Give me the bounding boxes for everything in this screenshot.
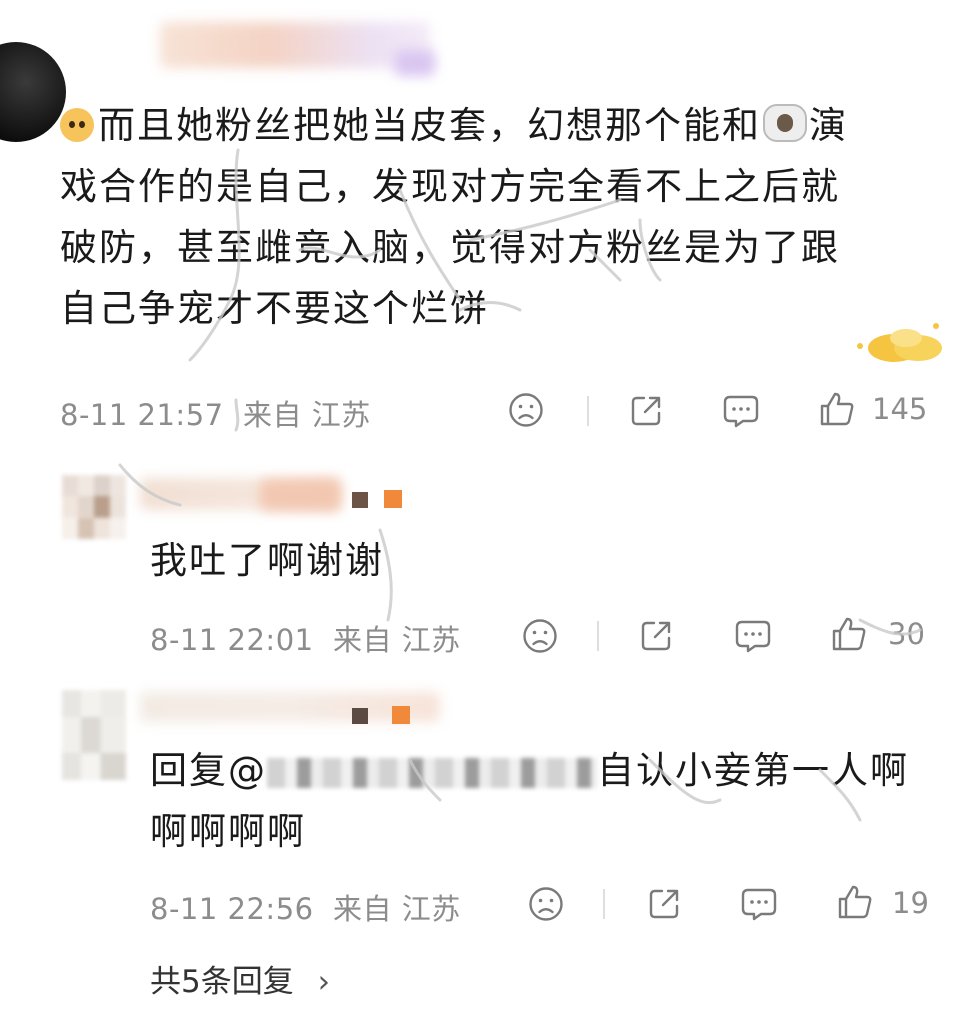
sheep-emoji-icon bbox=[763, 104, 807, 142]
divider bbox=[597, 621, 599, 651]
reply-body: 我吐了啊谢谢 bbox=[150, 539, 384, 582]
username-blurred[interactable] bbox=[260, 480, 340, 510]
thumbs-up-icon[interactable] bbox=[830, 615, 868, 653]
timestamp: 8-11 21:57 bbox=[60, 398, 224, 432]
chevron-right-icon: › bbox=[317, 964, 330, 1000]
avatar[interactable] bbox=[0, 42, 66, 142]
sad-face-icon[interactable] bbox=[522, 618, 558, 654]
location: 来自 江苏 bbox=[333, 892, 461, 926]
like-count: 30 bbox=[888, 617, 925, 651]
avatar[interactable] bbox=[62, 475, 126, 539]
reply-line: 回复@ 自认小妾第一人啊 bbox=[150, 749, 909, 792]
location: 来自 江苏 bbox=[243, 398, 371, 432]
username-blurred[interactable] bbox=[160, 22, 430, 68]
more-replies-link[interactable]: 共5条回复 › bbox=[150, 956, 330, 1001]
reply-meta: 8-11 22:56 来自 江苏 bbox=[150, 886, 461, 928]
badge-blurred bbox=[352, 492, 368, 508]
comment-body: 而且她粉丝把她当皮套，幻想那个能和演 戏合作的是自己，发现对方完全看不上之后就 … bbox=[60, 95, 920, 339]
sad-face-icon[interactable] bbox=[528, 886, 564, 922]
vip-badge-blurred bbox=[395, 50, 435, 76]
sad-face-icon[interactable] bbox=[508, 392, 544, 428]
comment-line: 戏合作的是自己，发现对方完全看不上之后就 bbox=[60, 165, 840, 208]
dog-face-emoji-icon bbox=[60, 108, 94, 142]
more-replies-label: 共5条回复 bbox=[150, 964, 294, 1000]
thumbs-up-icon[interactable] bbox=[818, 390, 856, 428]
avatar[interactable] bbox=[62, 690, 126, 780]
divider bbox=[603, 889, 605, 919]
share-icon[interactable] bbox=[646, 886, 682, 922]
comment-line: 破防，甚至雌竞入脑，觉得对方粉丝是为了跟 bbox=[60, 226, 840, 269]
reply-prefix: 回复@ bbox=[150, 749, 267, 792]
comment-icon[interactable] bbox=[734, 618, 772, 654]
share-icon[interactable] bbox=[628, 393, 664, 429]
badge-blurred bbox=[392, 706, 410, 724]
like-count: 145 bbox=[872, 392, 928, 426]
location: 来自 江苏 bbox=[333, 623, 461, 657]
comment-icon[interactable] bbox=[722, 393, 760, 429]
comment-line: 自己争宠才不要这个烂饼 bbox=[60, 287, 489, 330]
like-count: 19 bbox=[892, 886, 929, 920]
comment-icon[interactable] bbox=[740, 886, 778, 922]
comment-meta: 8-11 21:57 来自 江苏 bbox=[60, 392, 371, 434]
reply-body: 回复@ 自认小妾第一人啊 啊啊啊啊 bbox=[150, 740, 930, 862]
badge-blurred bbox=[352, 708, 368, 724]
share-icon[interactable] bbox=[638, 618, 674, 654]
timestamp: 8-11 22:56 bbox=[150, 892, 314, 926]
badge-blurred bbox=[384, 490, 402, 508]
reply-line: 啊啊啊啊 bbox=[150, 810, 306, 853]
reply-meta: 8-11 22:01 来自 江苏 bbox=[150, 617, 461, 659]
mention-blurred[interactable] bbox=[267, 757, 597, 788]
divider bbox=[587, 396, 589, 426]
timestamp: 8-11 22:01 bbox=[150, 623, 314, 657]
coins-badge-icon bbox=[848, 318, 948, 368]
comment-line: 而且她粉丝把她当皮套，幻想那个能和演 bbox=[60, 95, 920, 156]
thumbs-up-icon[interactable] bbox=[836, 883, 874, 921]
